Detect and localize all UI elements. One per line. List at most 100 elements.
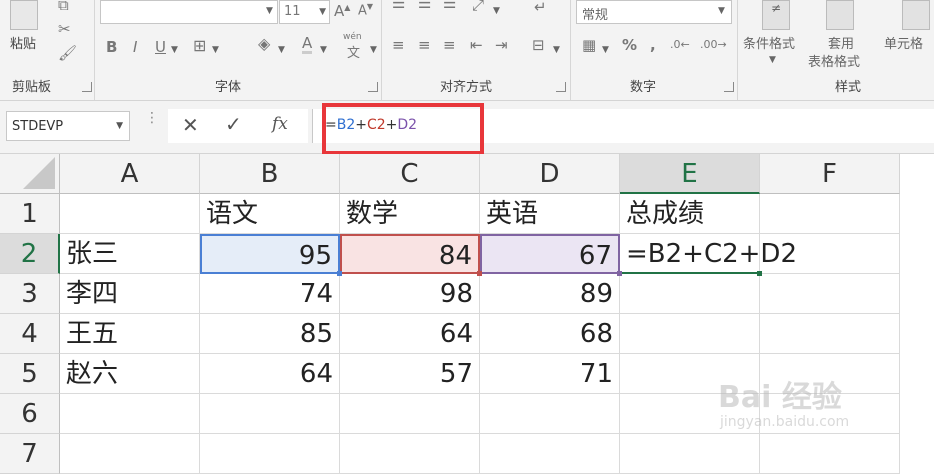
cell-b4[interactable]: 85 [200,314,340,354]
column-header-a[interactable]: A [60,154,200,194]
comma-style-icon[interactable]: , [650,36,656,54]
cell-f1[interactable] [760,194,900,234]
row-header-4[interactable]: 4 [0,314,60,354]
copy-icon[interactable]: ⧉ [58,0,69,14]
orientation-icon[interactable]: ⤢ [472,0,484,14]
border-dropdown-icon[interactable]: ▼ [212,45,219,55]
cell-b2[interactable]: 95 [200,234,340,274]
cell-d5[interactable]: 71 [480,354,620,394]
decrease-indent-icon[interactable]: ⇤ [470,36,483,54]
font-size-dropdown-icon[interactable]: ▼ [319,7,326,17]
cell-a5[interactable]: 赵六 [60,354,200,394]
italic-icon[interactable]: I [133,38,137,56]
fill-handle[interactable] [477,271,482,276]
cell-c6[interactable] [340,394,480,434]
cell-a1[interactable] [60,194,200,234]
conditional-formatting-button[interactable]: ≠ 条件格式 ▼ [740,0,808,72]
more-options-icon[interactable]: ⋮ [145,111,159,125]
increase-indent-icon[interactable]: ⇥ [495,36,508,54]
align-center-icon[interactable]: ≡ [418,36,431,54]
cell-d4[interactable]: 68 [480,314,620,354]
cell-b7[interactable] [200,434,340,474]
cell-c3[interactable]: 98 [340,274,480,314]
cancel-icon[interactable]: ✕ [182,113,199,137]
cell-a7[interactable] [60,434,200,474]
fill-color-dropdown-icon[interactable]: ▼ [278,45,285,55]
cell-b6[interactable] [200,394,340,434]
cell-c5[interactable]: 57 [340,354,480,394]
cell-a2[interactable]: 张三 [60,234,200,274]
fill-handle[interactable] [757,271,762,276]
orientation-dropdown-icon[interactable]: ▼ [493,6,500,16]
wrap-text-icon[interactable]: ↵ [534,0,547,16]
cell-c4[interactable]: 64 [340,314,480,354]
increase-decimal-icon[interactable]: .0← [670,38,690,51]
font-name-select[interactable] [100,0,278,24]
column-header-b[interactable]: B [200,154,340,194]
cell-c1[interactable]: 数学 [340,194,480,234]
column-header-c[interactable]: C [340,154,480,194]
fill-handle[interactable] [617,271,622,276]
font-color-dropdown-icon[interactable]: ▼ [320,45,327,55]
align-bottom-icon[interactable]: ☰ [443,0,456,12]
cell-f3[interactable] [760,274,900,314]
insert-function-icon[interactable]: fx [272,114,288,134]
decrease-font-icon[interactable]: A▼ [358,2,373,18]
font-launcher-icon[interactable] [368,82,378,92]
number-format-select[interactable]: 常规 [576,0,732,24]
clipboard-launcher-icon[interactable] [82,82,92,92]
cell-d7[interactable] [480,434,620,474]
phonetic-dropdown-icon[interactable]: ▼ [370,45,377,55]
cell-a4[interactable]: 王五 [60,314,200,354]
decrease-decimal-icon[interactable]: .00→ [700,38,727,51]
percent-icon[interactable]: % [622,36,637,54]
cell-e2[interactable]: =B2+C2+D2 [620,234,797,274]
align-middle-icon[interactable]: ☰ [418,0,431,12]
number-launcher-icon[interactable] [724,82,734,92]
cell-e4[interactable] [620,314,760,354]
row-header-5[interactable]: 5 [0,354,60,394]
row-header-3[interactable]: 3 [0,274,60,314]
cell-e1[interactable]: 总成绩 [620,194,760,234]
column-header-e[interactable]: E [620,154,760,194]
format-painter-icon[interactable]: 🖌 [58,44,77,62]
fill-handle[interactable] [337,271,342,276]
cell-b5[interactable]: 64 [200,354,340,394]
merge-dropdown-icon[interactable]: ▼ [553,45,560,55]
column-header-d[interactable]: D [480,154,620,194]
cut-icon[interactable]: ✂ [58,20,71,38]
cell-d3[interactable]: 89 [480,274,620,314]
cell-f4[interactable] [760,314,900,354]
accounting-dropdown-icon[interactable]: ▼ [602,45,609,55]
fill-color-icon[interactable]: ◈ [258,34,270,53]
increase-font-icon[interactable]: A▲ [334,2,350,20]
bold-icon[interactable]: B [106,38,117,56]
row-header-6[interactable]: 6 [0,394,60,434]
font-color-icon[interactable]: A [302,36,313,54]
name-box-dropdown-icon[interactable]: ▼ [116,121,123,131]
merge-center-icon[interactable]: ⊟ [532,36,545,54]
cell-a3[interactable]: 李四 [60,274,200,314]
cell-a6[interactable] [60,394,200,434]
align-left-icon[interactable]: ≡ [392,36,405,54]
border-icon[interactable]: ⊞ [193,36,206,55]
font-name-dropdown-icon[interactable]: ▼ [266,6,273,16]
accounting-format-icon[interactable]: ▦ [582,36,596,54]
number-format-dropdown-icon[interactable]: ▼ [718,6,725,16]
select-all-corner[interactable] [0,154,60,194]
alignment-launcher-icon[interactable] [556,82,566,92]
name-box[interactable]: STDEVP ▼ [6,111,130,141]
cell-b3[interactable]: 74 [200,274,340,314]
format-as-table-button[interactable]: 套用 表格格式 [808,0,872,72]
row-header-7[interactable]: 7 [0,434,60,474]
align-right-icon[interactable]: ≡ [443,36,456,54]
underline-icon[interactable]: U [155,38,166,56]
cell-e3[interactable] [620,274,760,314]
align-top-icon[interactable]: ☰ [392,0,405,12]
cell-styles-button[interactable]: 单元格 [880,0,934,72]
cell-b1[interactable]: 语文 [200,194,340,234]
cell-c2[interactable]: 84 [340,234,480,274]
font-size-select[interactable]: 11 ▼ [279,0,330,24]
cell-c7[interactable] [340,434,480,474]
row-header-1[interactable]: 1 [0,194,60,234]
